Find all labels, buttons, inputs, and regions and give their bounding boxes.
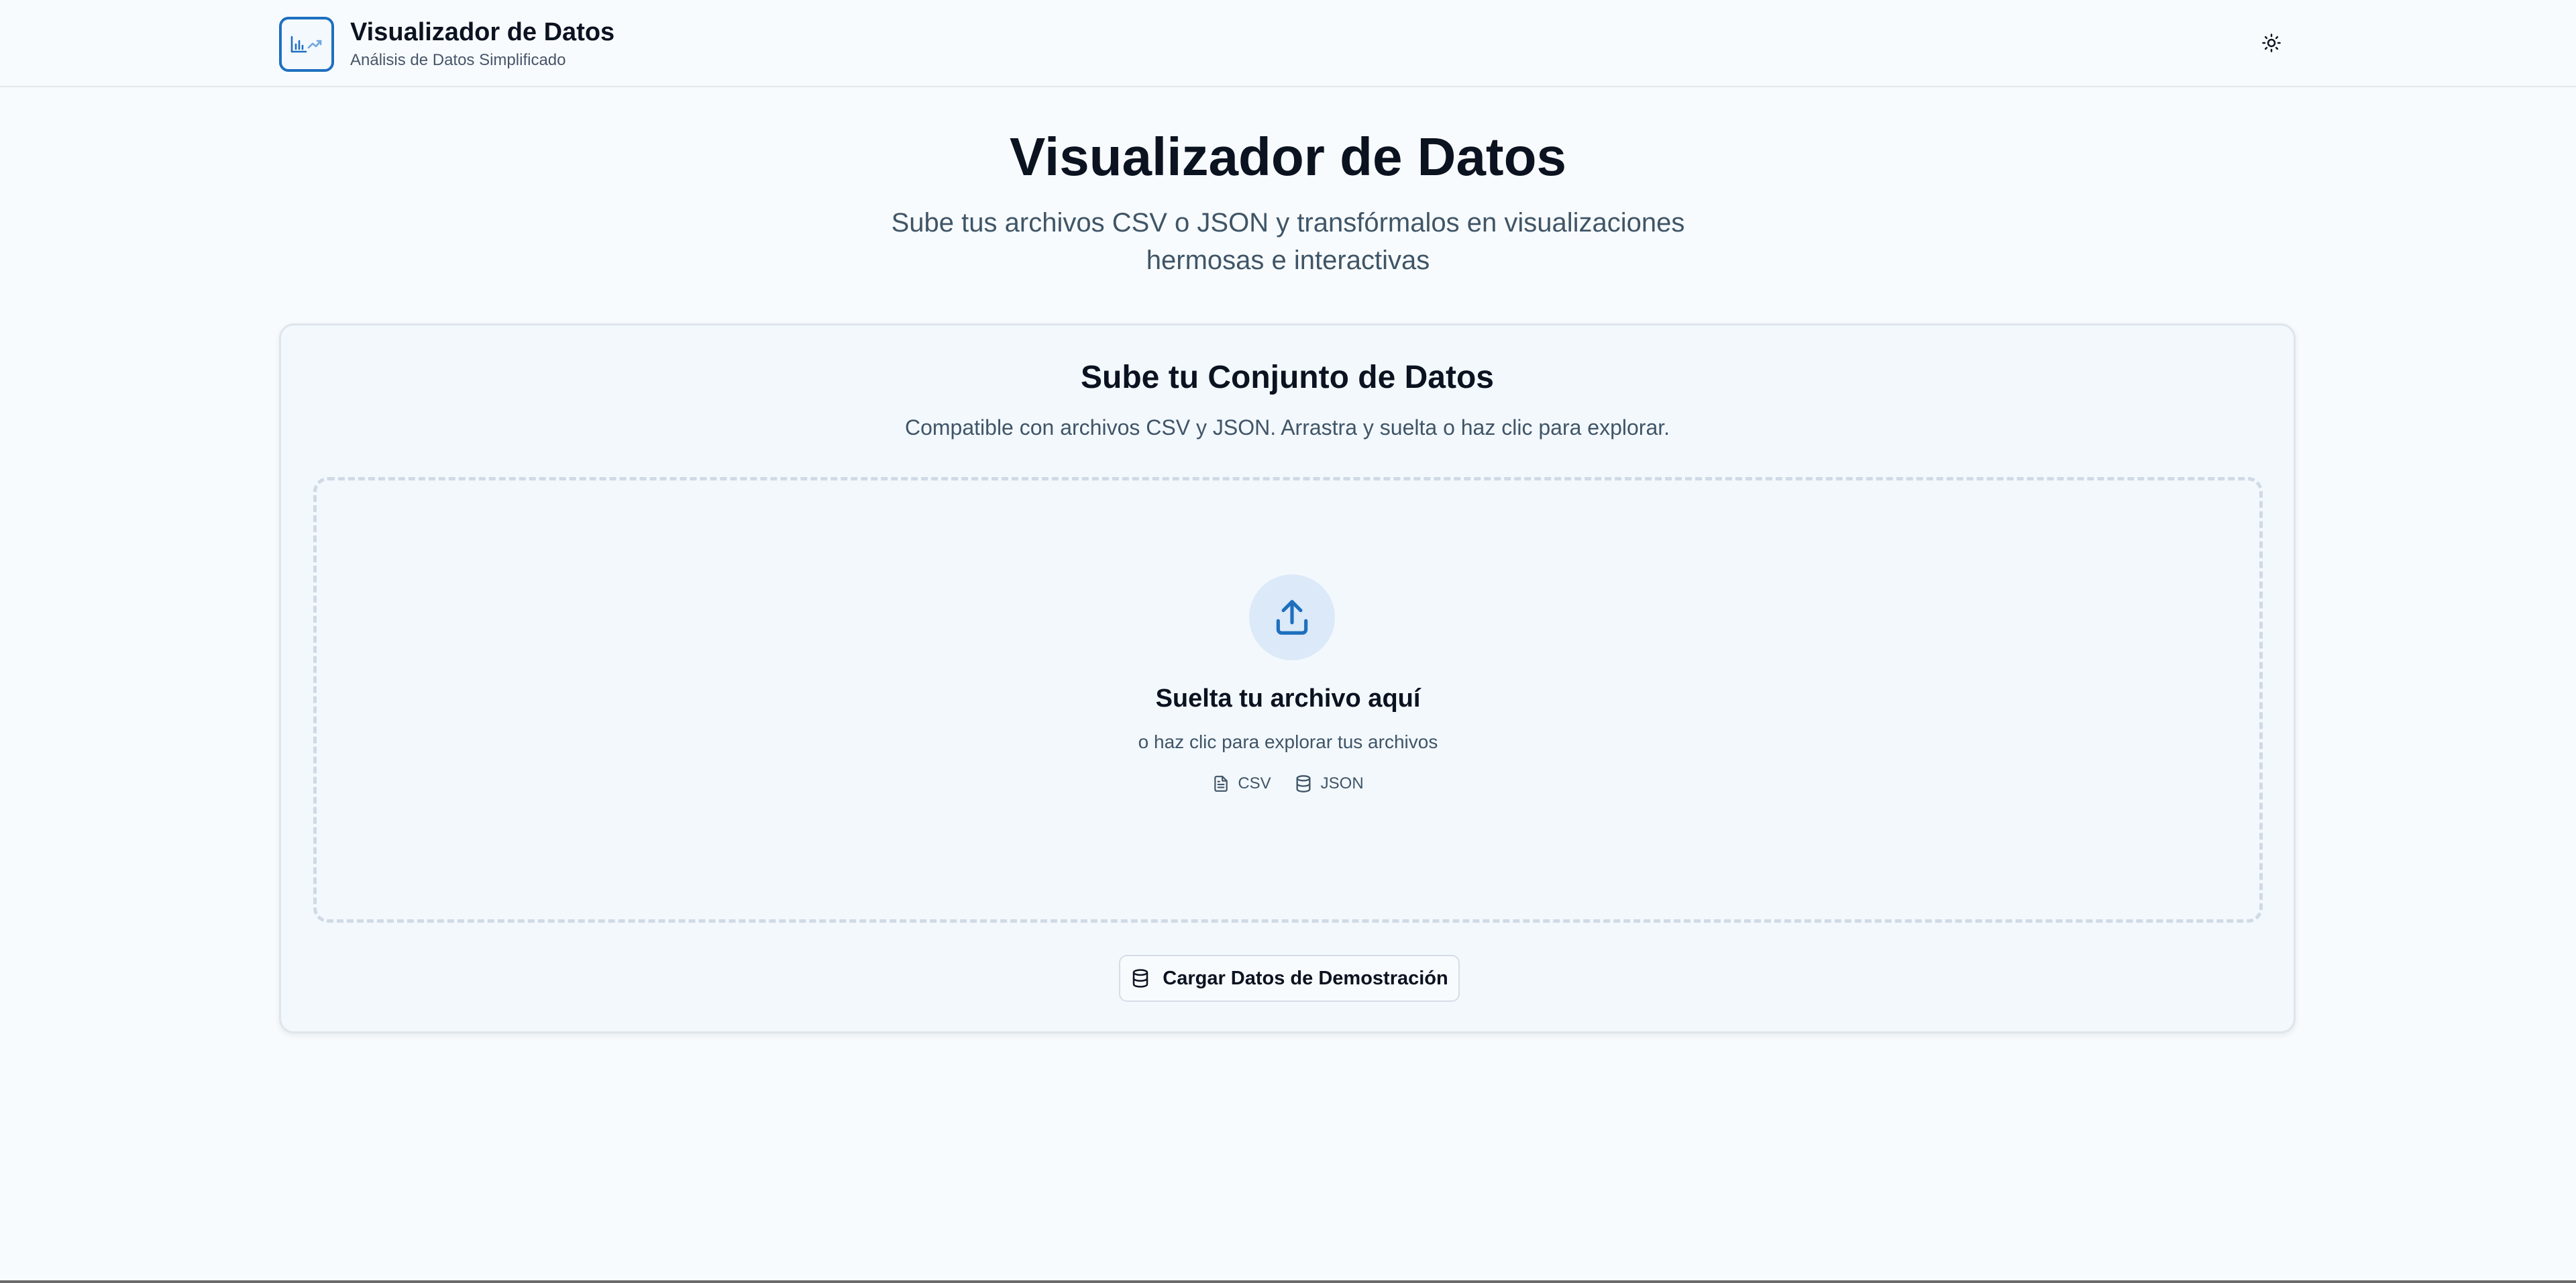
demo-button-label: Cargar Datos de Demostración (1163, 967, 1448, 989)
database-icon (1296, 775, 1311, 792)
page-subtitle: Sube tus archivos CSV o JSON y transfórm… (891, 208, 1685, 275)
dropzone-subtitle: o haz clic para explorar tus archivos (1138, 731, 1438, 752)
supported-formats: CSV JSON (317, 773, 2259, 794)
upload-icon-circle (1249, 574, 1335, 660)
window-bottom-edge (0, 1280, 2576, 1283)
app-subtitle: Análisis de Datos Simplificado (350, 51, 566, 69)
load-demo-data-button[interactable]: Cargar Datos de Demostración (1119, 955, 1460, 1002)
format-label: JSON (1320, 774, 1364, 792)
file-dropzone[interactable]: Suelta tu archivo aquí o haz clic para e… (313, 477, 2263, 923)
theme-toggle-button[interactable] (2254, 25, 2289, 60)
file-text-icon (1214, 776, 1228, 792)
app-title: Visualizador de Datos (350, 18, 615, 46)
dropzone-title: Suelta tu archivo aquí (1155, 684, 1421, 713)
format-csv: CSV (1212, 773, 1271, 794)
page-title: Visualizador de Datos (1010, 127, 1566, 187)
app-header: Visualizador de Datos Análisis de Datos … (0, 0, 2576, 87)
upload-icon (1276, 600, 1308, 635)
brand[interactable]: Visualizador de Datos Análisis de Datos … (279, 17, 614, 72)
sun-icon (2262, 34, 2281, 52)
format-label: CSV (1238, 774, 1271, 792)
database-icon (1133, 969, 1148, 988)
upload-card: Sube tu Conjunto de Datos Compatible con… (279, 323, 2296, 1033)
upload-card-title: Sube tu Conjunto de Datos (1081, 360, 1494, 395)
upload-card-description: Compatible con archivos CSV y JSON. Arra… (904, 415, 1670, 440)
chart-logo-icon (279, 17, 334, 72)
format-json: JSON (1294, 773, 1364, 794)
brand-text: Visualizador de Datos Análisis de Datos … (350, 17, 614, 72)
